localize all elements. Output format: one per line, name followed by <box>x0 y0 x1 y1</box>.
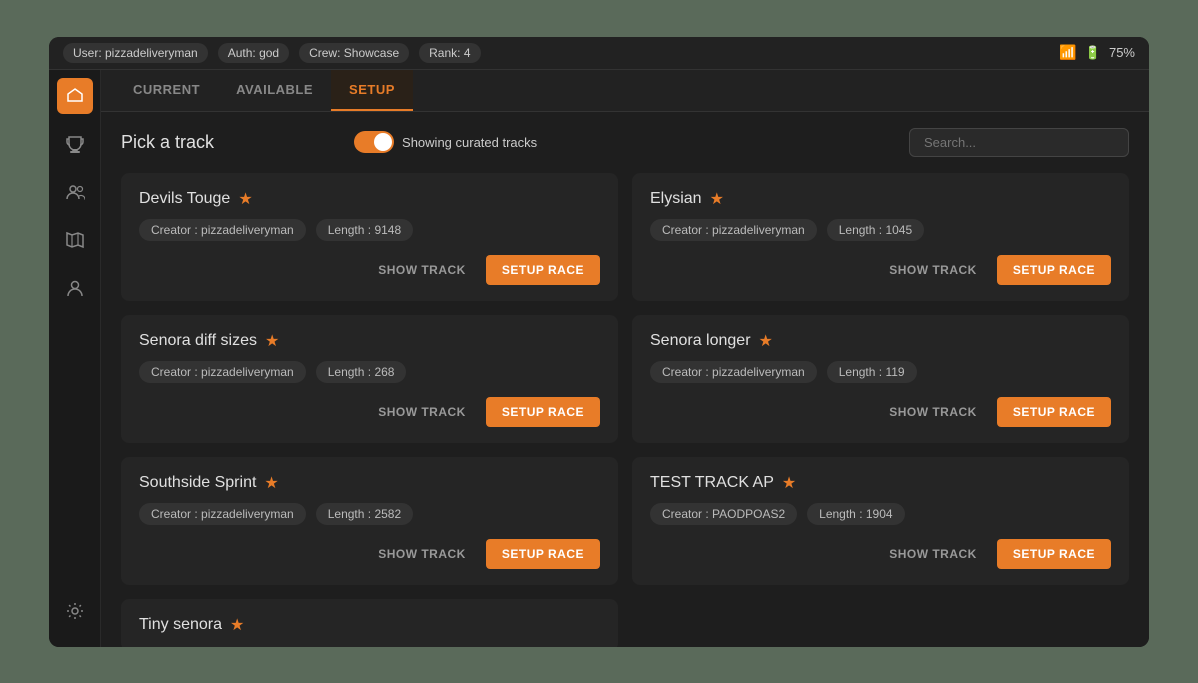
track-actions-2: SHOW TRACK SETUP RACE <box>139 397 600 427</box>
creator-badge-1: Creator : pizzadeliveryman <box>650 219 817 241</box>
star-icon-5: ★ <box>782 473 796 493</box>
curated-toggle[interactable] <box>354 131 394 153</box>
sidebar-item-trophy[interactable] <box>57 126 93 162</box>
track-meta-2: Creator : pizzadeliveryman Length : 268 <box>139 361 600 383</box>
tabs-bar: CURRENT AVAILABLE SETUP <box>101 70 1149 112</box>
show-track-button-3[interactable]: SHOW TRACK <box>879 399 987 425</box>
track-card-4: Southside Sprint ★ Creator : pizzadelive… <box>121 457 618 585</box>
setup-race-button-3[interactable]: SETUP RACE <box>997 397 1111 427</box>
track-header: Pick a track Showing curated tracks <box>121 128 1129 157</box>
tab-current[interactable]: CURRENT <box>115 70 218 111</box>
creator-badge-4: Creator : pizzadeliveryman <box>139 503 306 525</box>
track-meta-5: Creator : PAODPOAS2 Length : 1904 <box>650 503 1111 525</box>
track-actions-4: SHOW TRACK SETUP RACE <box>139 539 600 569</box>
length-badge-5: Length : 1904 <box>807 503 904 525</box>
sidebar-item-map[interactable] <box>57 222 93 258</box>
battery-percent: 75% <box>1109 45 1135 60</box>
setup-race-button-0[interactable]: SETUP RACE <box>486 255 600 285</box>
length-badge-2: Length : 268 <box>316 361 407 383</box>
star-icon-0: ★ <box>238 189 252 209</box>
app-window: User: pizzadeliveryman Auth: god Crew: S… <box>49 37 1149 647</box>
toggle-knob <box>374 133 392 151</box>
track-name-5: TEST TRACK AP ★ <box>650 473 1111 493</box>
content-body: Pick a track Showing curated tracks D <box>101 112 1149 647</box>
status-bar-right: 📶 🔋 75% <box>1059 44 1135 61</box>
track-name-0: Devils Touge ★ <box>139 189 600 209</box>
sidebar-item-people[interactable] <box>57 174 93 210</box>
crew-badge: Crew: Showcase <box>299 43 409 63</box>
signal-icon: 📶 <box>1059 44 1076 61</box>
status-bar: User: pizzadeliveryman Auth: god Crew: S… <box>49 37 1149 70</box>
track-meta-1: Creator : pizzadeliveryman Length : 1045 <box>650 219 1111 241</box>
track-actions-3: SHOW TRACK SETUP RACE <box>650 397 1111 427</box>
track-card-3: Senora longer ★ Creator : pizzadeliverym… <box>632 315 1129 443</box>
track-card-2: Senora diff sizes ★ Creator : pizzadeliv… <box>121 315 618 443</box>
star-icon-2: ★ <box>265 331 279 351</box>
star-icon-3: ★ <box>759 331 773 351</box>
main-layout: CURRENT AVAILABLE SETUP Pick a track Sho… <box>49 70 1149 647</box>
track-name-1: Elysian ★ <box>650 189 1111 209</box>
show-track-button-2[interactable]: SHOW TRACK <box>368 399 476 425</box>
length-badge-3: Length : 119 <box>827 361 917 383</box>
track-name-2: Senora diff sizes ★ <box>139 331 600 351</box>
battery-icon: 🔋 <box>1085 45 1101 61</box>
setup-race-button-2[interactable]: SETUP RACE <box>486 397 600 427</box>
creator-badge-0: Creator : pizzadeliveryman <box>139 219 306 241</box>
length-badge-1: Length : 1045 <box>827 219 924 241</box>
track-meta-3: Creator : pizzadeliveryman Length : 119 <box>650 361 1111 383</box>
toggle-area: Showing curated tracks <box>354 131 537 153</box>
tab-setup[interactable]: SETUP <box>331 70 413 111</box>
length-badge-0: Length : 9148 <box>316 219 413 241</box>
sidebar <box>49 70 101 647</box>
track-meta-4: Creator : pizzadeliveryman Length : 2582 <box>139 503 600 525</box>
toggle-label: Showing curated tracks <box>402 135 537 150</box>
show-track-button-0[interactable]: SHOW TRACK <box>368 257 476 283</box>
user-badge: User: pizzadeliveryman <box>63 43 208 63</box>
sidebar-item-crew[interactable] <box>57 270 93 306</box>
setup-race-button-4[interactable]: SETUP RACE <box>486 539 600 569</box>
creator-badge-2: Creator : pizzadeliveryman <box>139 361 306 383</box>
track-meta-0: Creator : pizzadeliveryman Length : 9148 <box>139 219 600 241</box>
track-card-1: Elysian ★ Creator : pizzadeliveryman Len… <box>632 173 1129 301</box>
content-area: CURRENT AVAILABLE SETUP Pick a track Sho… <box>101 70 1149 647</box>
tab-available[interactable]: AVAILABLE <box>218 70 331 111</box>
sidebar-item-logo[interactable] <box>57 78 93 114</box>
creator-badge-5: Creator : PAODPOAS2 <box>650 503 797 525</box>
track-actions-1: SHOW TRACK SETUP RACE <box>650 255 1111 285</box>
track-grid: Devils Touge ★ Creator : pizzadeliveryma… <box>121 173 1129 647</box>
star-icon-1: ★ <box>710 189 724 209</box>
sidebar-bottom <box>57 593 93 639</box>
track-name-4: Southside Sprint ★ <box>139 473 600 493</box>
track-name-6: Tiny senora ★ <box>139 615 600 635</box>
setup-race-button-1[interactable]: SETUP RACE <box>997 255 1111 285</box>
rank-badge: Rank: 4 <box>419 43 480 63</box>
star-icon-4: ★ <box>264 473 278 493</box>
setup-race-button-5[interactable]: SETUP RACE <box>997 539 1111 569</box>
track-name-3: Senora longer ★ <box>650 331 1111 351</box>
show-track-button-4[interactable]: SHOW TRACK <box>368 541 476 567</box>
track-actions-0: SHOW TRACK SETUP RACE <box>139 255 600 285</box>
track-card-5: TEST TRACK AP ★ Creator : PAODPOAS2 Leng… <box>632 457 1129 585</box>
show-track-button-5[interactable]: SHOW TRACK <box>879 541 987 567</box>
search-input[interactable] <box>909 128 1129 157</box>
track-actions-5: SHOW TRACK SETUP RACE <box>650 539 1111 569</box>
creator-badge-3: Creator : pizzadeliveryman <box>650 361 817 383</box>
show-track-button-1[interactable]: SHOW TRACK <box>879 257 987 283</box>
page-title: Pick a track <box>121 132 214 153</box>
auth-badge: Auth: god <box>218 43 289 63</box>
track-card-0: Devils Touge ★ Creator : pizzadeliveryma… <box>121 173 618 301</box>
sidebar-item-settings[interactable] <box>57 593 93 629</box>
track-card-6: Tiny senora ★ <box>121 599 618 647</box>
length-badge-4: Length : 2582 <box>316 503 413 525</box>
star-icon-6: ★ <box>230 615 244 635</box>
